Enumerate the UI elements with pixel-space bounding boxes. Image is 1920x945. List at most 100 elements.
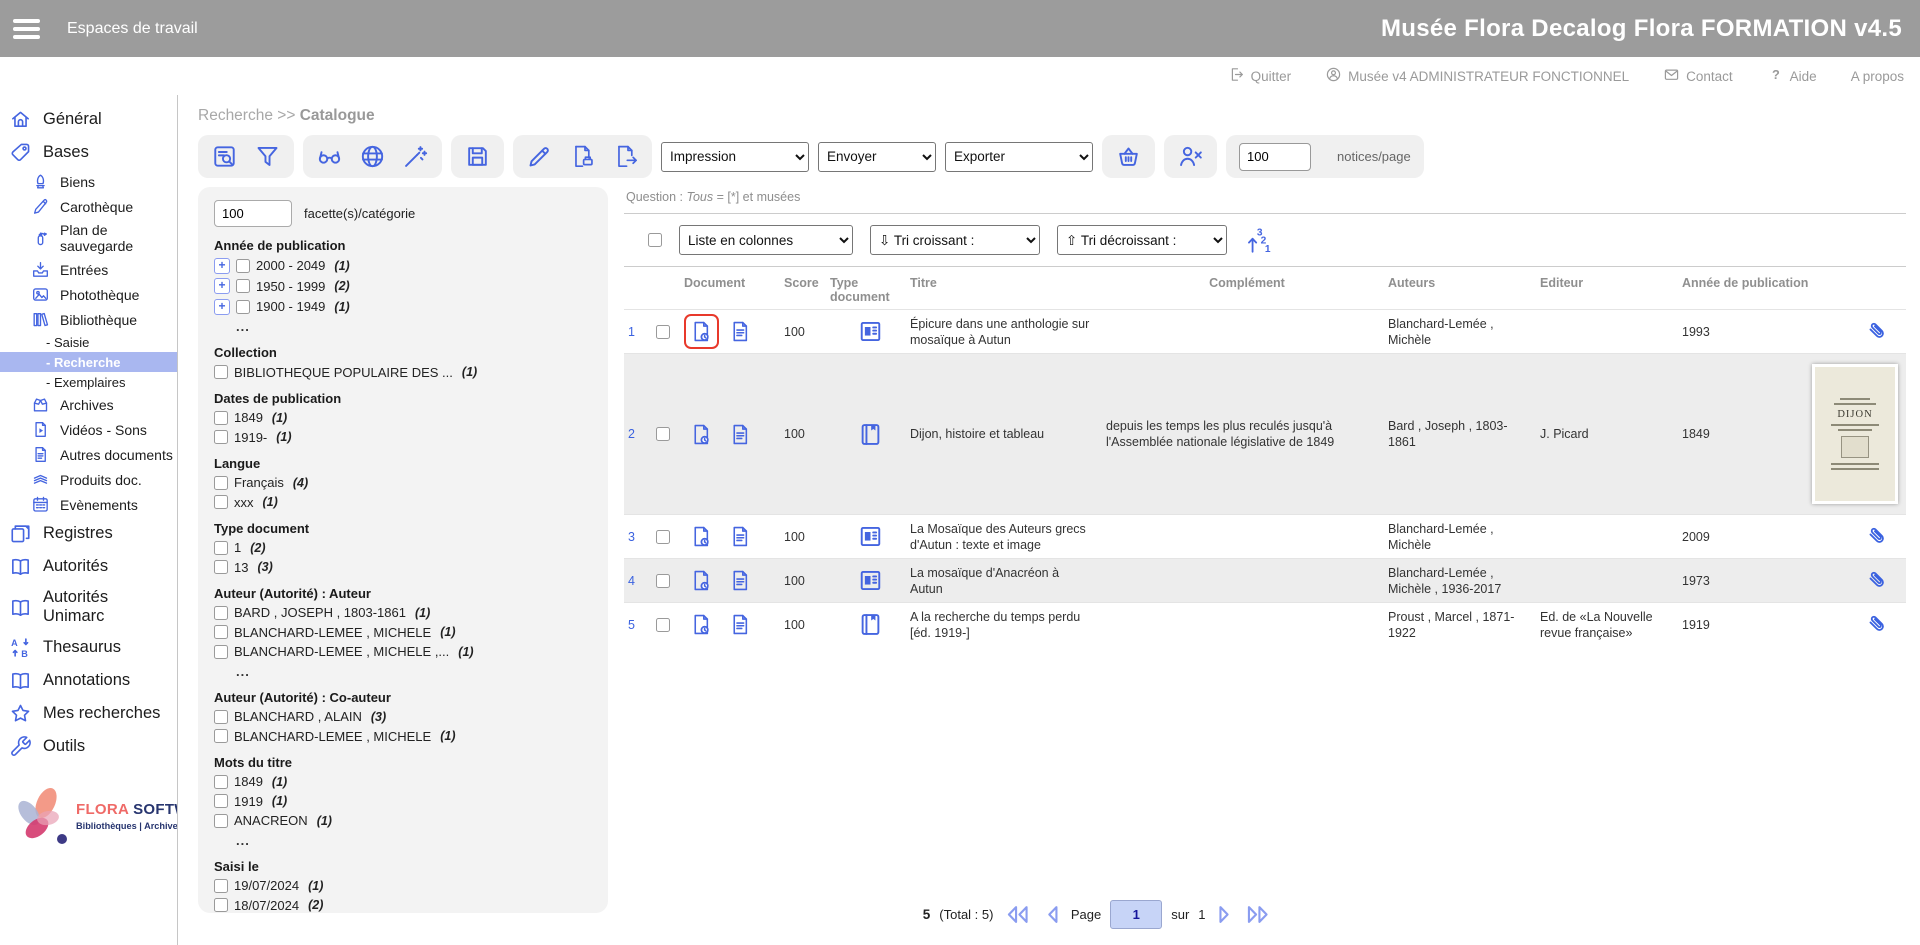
edit-icon[interactable] [526, 143, 553, 170]
magic-wand-icon[interactable] [402, 143, 429, 170]
record-thumbnail[interactable]: DIJON [1812, 364, 1898, 504]
sidebar-item[interactable]: Archives [0, 392, 177, 417]
facet-checkbox[interactable] [214, 411, 228, 425]
sidebar-item[interactable]: Mes recherches [0, 697, 177, 730]
row-number-link[interactable]: 2 [624, 427, 656, 441]
send-select[interactable]: Envoyer [818, 142, 936, 172]
page-number-input[interactable] [1110, 900, 1162, 929]
facet-checkbox[interactable] [214, 879, 228, 893]
chevron-next-icon[interactable] [1215, 904, 1234, 925]
help-link[interactable]: ? Aide [1767, 66, 1817, 86]
save-icon[interactable] [464, 143, 491, 170]
sidebar-item[interactable]: Annotations [0, 664, 177, 697]
sidebar-item[interactable]: Carothèque [0, 194, 177, 219]
basket-icon[interactable] [1115, 143, 1142, 170]
chevron-prev-icon[interactable] [1043, 904, 1062, 925]
facet-checkbox[interactable] [214, 495, 228, 509]
facet-checkbox[interactable] [214, 560, 228, 574]
facet-checkbox[interactable] [214, 606, 228, 620]
print-select[interactable]: Impression [661, 142, 809, 172]
export-document-icon[interactable] [612, 143, 639, 170]
expand-plus-icon[interactable] [214, 258, 230, 274]
sidebar-item[interactable]: - Exemplaires [0, 372, 177, 392]
expand-plus-icon[interactable] [214, 299, 230, 315]
facet-checkbox[interactable] [236, 300, 250, 314]
sidebar-item[interactable]: Biens [0, 169, 177, 194]
sidebar-item[interactable]: - Saisie [0, 332, 177, 352]
sidebar-item[interactable]: AB Thesaurus [0, 631, 177, 664]
doc-status-icon[interactable] [684, 607, 719, 642]
row-checkbox[interactable] [656, 574, 670, 588]
expand-plus-icon[interactable] [214, 278, 230, 294]
paperclip-icon[interactable] [1865, 319, 1890, 344]
sidebar-item[interactable]: - Recherche [0, 352, 177, 372]
filter-icon[interactable] [254, 143, 281, 170]
select-all-checkbox[interactable] [648, 233, 662, 247]
view-mode-select[interactable]: Liste en colonnes [679, 225, 853, 255]
glasses-icon[interactable] [316, 143, 343, 170]
facet-checkbox[interactable] [236, 279, 250, 293]
facet-more[interactable]: ... [236, 833, 592, 848]
doc-lines-icon[interactable] [723, 563, 758, 598]
facet-more[interactable]: ... [236, 319, 592, 334]
doc-status-icon[interactable] [684, 563, 719, 598]
paperclip-icon[interactable] [1865, 524, 1890, 549]
doc-lines-icon[interactable] [723, 314, 758, 349]
paperclip-icon[interactable] [1865, 612, 1890, 637]
row-number-link[interactable]: 1 [624, 325, 656, 339]
workspaces-label[interactable]: Espaces de travail [67, 20, 198, 38]
sidebar-item[interactable]: Entrées [0, 257, 177, 282]
facet-checkbox[interactable] [236, 259, 250, 273]
row-number-link[interactable]: 3 [624, 530, 656, 544]
current-user[interactable]: Musée v4 ADMINISTRATEUR FONCTIONNEL [1325, 66, 1629, 86]
facet-checkbox[interactable] [214, 365, 228, 379]
sort-descending-select[interactable]: ⇧ Tri décroissant : [1057, 225, 1227, 255]
doc-lines-icon[interactable] [723, 417, 758, 452]
per-page-input[interactable] [1239, 143, 1311, 171]
facet-checkbox[interactable] [214, 541, 228, 555]
facet-count-input[interactable] [214, 200, 292, 227]
doc-status-icon[interactable] [684, 519, 719, 554]
facet-checkbox[interactable] [214, 775, 228, 789]
list-search-icon[interactable] [211, 143, 238, 170]
facet-checkbox[interactable] [214, 430, 228, 444]
breadcrumb-parent[interactable]: Recherche [198, 107, 273, 124]
row-checkbox[interactable] [656, 618, 670, 632]
chevron-last-icon[interactable] [1242, 904, 1274, 925]
sidebar-item[interactable]: Registres [0, 517, 177, 550]
export-select[interactable]: Exporter [945, 142, 1093, 172]
sidebar-item[interactable]: Plan de sauvegarde [0, 219, 177, 257]
sidebar-item[interactable]: Autres documents [0, 442, 177, 467]
facet-more[interactable]: ... [236, 664, 592, 679]
quit-button[interactable]: Quitter [1228, 66, 1292, 86]
sort-ascending-select[interactable]: ⇩ Tri croissant : [870, 225, 1040, 255]
globe-icon[interactable] [359, 143, 386, 170]
facet-checkbox[interactable] [214, 625, 228, 639]
sidebar-item[interactable]: Autorités Unimarc [0, 583, 177, 631]
facet-checkbox[interactable] [214, 476, 228, 490]
facet-checkbox[interactable] [214, 794, 228, 808]
print-document-icon[interactable] [569, 143, 596, 170]
paperclip-icon[interactable] [1865, 568, 1890, 593]
doc-lines-icon[interactable] [723, 607, 758, 642]
doc-status-icon[interactable] [684, 314, 719, 349]
facet-checkbox[interactable] [214, 814, 228, 828]
sort-321-icon[interactable]: 321 [1244, 226, 1274, 254]
chevron-first-icon[interactable] [1002, 904, 1034, 925]
doc-status-icon[interactable] [684, 417, 719, 452]
sidebar-item[interactable]: Vidéos - Sons [0, 417, 177, 442]
sidebar-item[interactable]: Produits doc. [0, 467, 177, 492]
facet-checkbox[interactable] [214, 729, 228, 743]
remove-user-icon[interactable] [1177, 143, 1204, 170]
sidebar-item[interactable]: Evènements [0, 492, 177, 517]
row-number-link[interactable]: 5 [624, 618, 656, 632]
row-checkbox[interactable] [656, 530, 670, 544]
row-checkbox[interactable] [656, 427, 670, 441]
sidebar-item[interactable]: Bibliothèque [0, 307, 177, 332]
sidebar-item[interactable]: Bases [0, 136, 177, 169]
sidebar-item[interactable]: Photothèque [0, 282, 177, 307]
sidebar-item[interactable]: Général [0, 103, 177, 136]
row-number-link[interactable]: 4 [624, 574, 656, 588]
facet-checkbox[interactable] [214, 710, 228, 724]
hamburger-menu-icon[interactable] [13, 19, 40, 39]
